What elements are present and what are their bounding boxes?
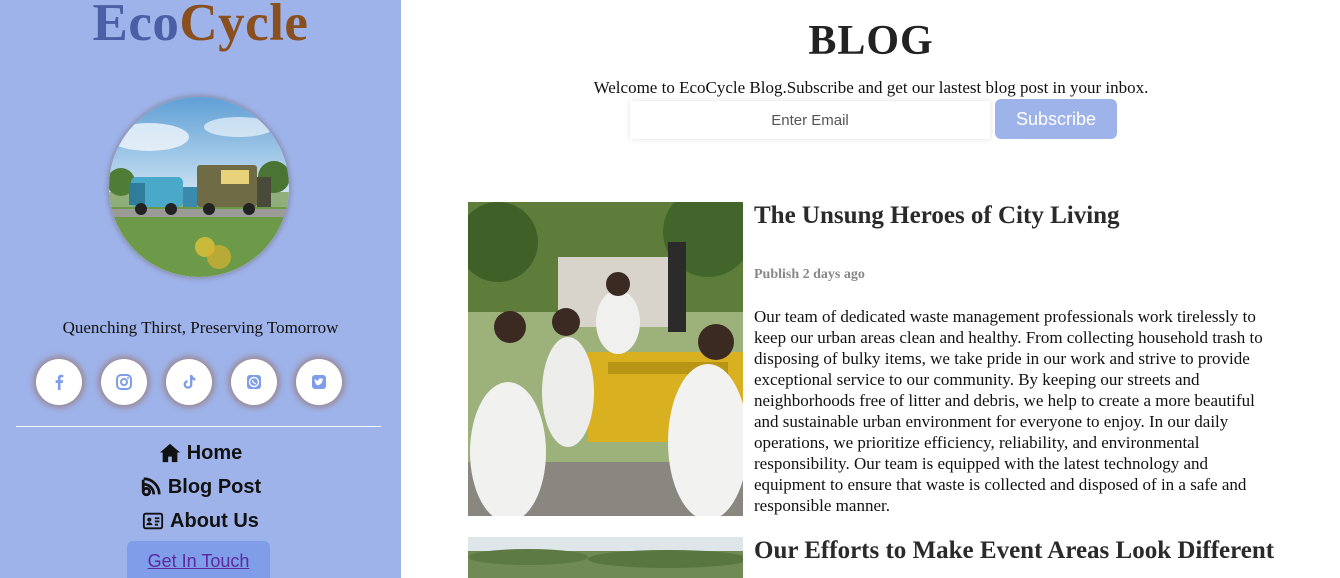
social-links	[36, 359, 342, 405]
tagline: Quenching Thirst, Preserving Tomorrow	[62, 318, 339, 337]
email-field[interactable]	[630, 101, 990, 139]
facebook-icon	[55, 374, 64, 390]
profile-image	[109, 97, 289, 277]
sidebar-nav: Home Blog Post About Us	[0, 436, 401, 538]
instagram-link[interactable]	[101, 359, 147, 405]
twitter-link[interactable]	[296, 359, 342, 405]
post-body: Our team of dedicated waste management p…	[754, 307, 1263, 515]
blog-icon	[141, 477, 161, 497]
post-image	[468, 537, 743, 578]
site-logo[interactable]: EcoCycle	[0, 0, 401, 53]
welcome-text: Welcome to EcoCycle Blog.Subscribe and g…	[593, 78, 1149, 97]
home-icon	[159, 443, 180, 463]
whatsapp-link[interactable]	[231, 359, 277, 405]
id-card-icon	[142, 512, 164, 530]
sidebar-divider	[16, 426, 381, 427]
post-image	[468, 202, 743, 516]
tiktok-link[interactable]	[166, 359, 212, 405]
facebook-link[interactable]	[36, 359, 82, 405]
instagram-icon	[116, 374, 132, 390]
whatsapp-icon	[247, 375, 261, 389]
nav-blog-post[interactable]: Blog Post	[0, 470, 401, 504]
post-title[interactable]: The Unsung Heroes of City Living	[754, 202, 1120, 230]
tiktok-icon	[183, 375, 196, 389]
nav-home[interactable]: Home	[0, 436, 401, 470]
post-date: Publish 2 days ago	[754, 267, 865, 282]
get-in-touch-button[interactable]: Get In Touch	[127, 541, 270, 578]
logo-cycle: Cycle	[179, 0, 309, 52]
nav-about-label: About Us	[170, 509, 259, 532]
twitter-icon	[312, 375, 326, 389]
sidebar: EcoCycle Quenching Thirst, Preserving To…	[0, 0, 401, 578]
subscribe-button[interactable]: Subscribe	[995, 99, 1117, 139]
nav-blog-label: Blog Post	[167, 475, 262, 498]
logo-eco: Eco	[92, 0, 180, 52]
nav-home-label: Home	[186, 441, 243, 464]
post-title[interactable]: Our Efforts to Make Event Areas Look Dif…	[754, 537, 1274, 565]
nav-about-us[interactable]: About Us	[0, 504, 401, 538]
page-title: BLOG	[808, 18, 934, 64]
